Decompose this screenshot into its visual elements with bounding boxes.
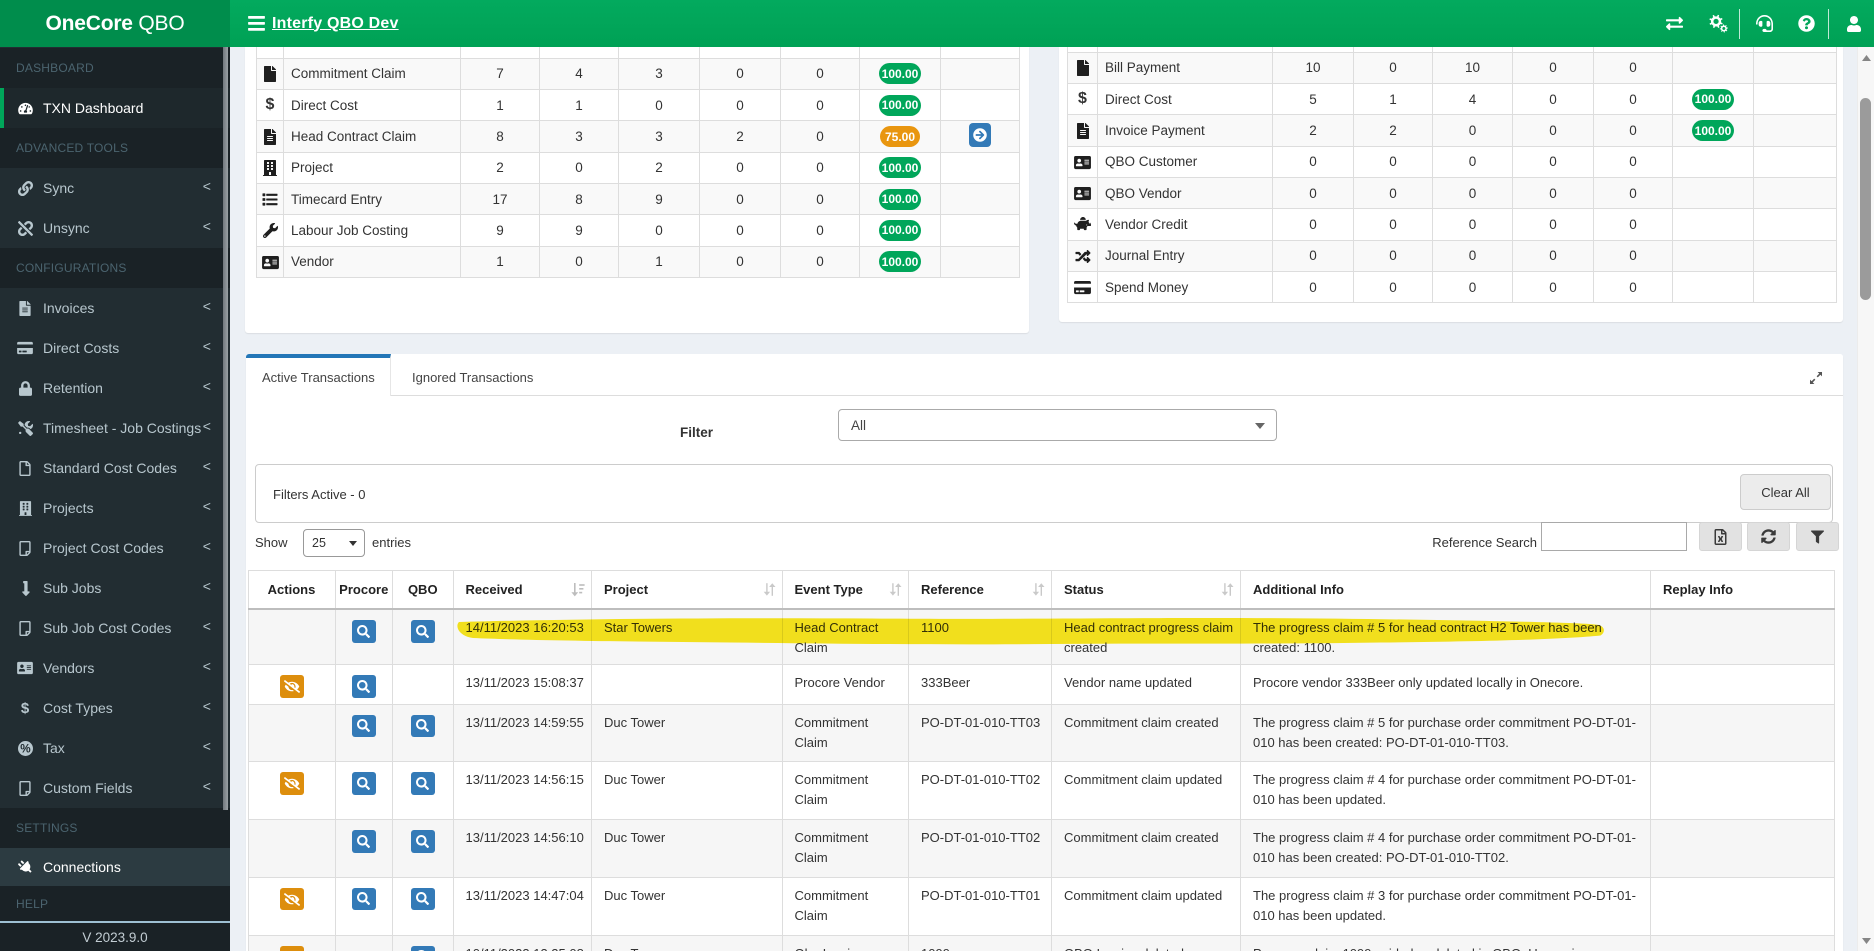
- svg-text:%: %: [20, 742, 31, 755]
